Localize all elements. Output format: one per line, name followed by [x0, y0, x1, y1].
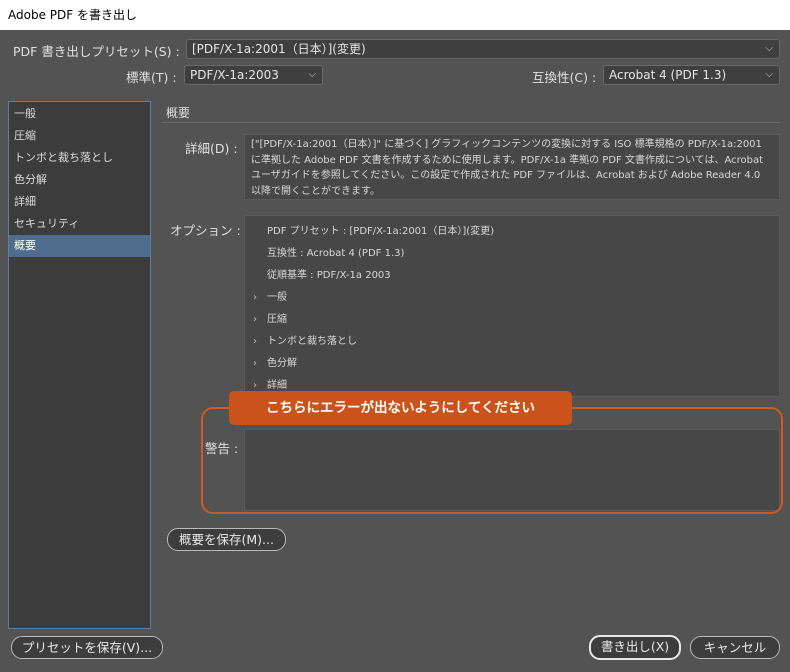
- option-section-label: 圧縮: [267, 314, 287, 325]
- chevron-down-icon: ⌵: [308, 69, 316, 80]
- preset-value: [PDF/X-1a:2001（日本）](変更): [192, 42, 366, 56]
- sidebar-item-output[interactable]: 色分解: [9, 169, 150, 191]
- save-preset-button[interactable]: プリセットを保存(V)...: [11, 636, 163, 659]
- option-section[interactable]: › 圧縮: [253, 310, 287, 325]
- option-section-label: 一般: [267, 292, 287, 303]
- compatibility-select[interactable]: Acrobat 4 (PDF 1.3) ⌵: [603, 65, 780, 85]
- chevron-right-icon: ›: [253, 380, 257, 391]
- chevron-right-icon: ›: [253, 292, 257, 303]
- section-title: 概要: [166, 106, 191, 120]
- standard-label: 標準(T) :: [126, 70, 177, 85]
- sidebar-item-label: 詳細: [14, 195, 36, 208]
- sidebar-item-security[interactable]: セキュリティ: [9, 213, 150, 235]
- sidebar-item-label: 一般: [14, 107, 36, 120]
- save-summary-button[interactable]: 概要を保存(M)...: [167, 528, 286, 551]
- option-section-label: 色分解: [267, 358, 297, 369]
- sidebar-item-label: トンボと裁ち落とし: [14, 151, 113, 164]
- sidebar-item-compression[interactable]: 圧縮: [9, 125, 150, 147]
- category-sidebar: 一般 圧縮 トンボと裁ち落とし 色分解 詳細 セキュリティ 概要: [8, 101, 151, 629]
- chevron-down-icon: ⌵: [765, 69, 773, 80]
- option-section[interactable]: › 色分解: [253, 354, 297, 369]
- detail-label: 詳細(D) :: [185, 141, 238, 156]
- sidebar-item-label: 色分解: [14, 173, 47, 186]
- option-line: 従順基準 : PDF/X-1a 2003: [267, 270, 391, 281]
- cancel-button[interactable]: キャンセル: [690, 636, 780, 659]
- export-button[interactable]: 書き出し(X): [589, 635, 681, 660]
- sidebar-item-label: 概要: [14, 239, 36, 252]
- annotation-callout: こちらにエラーが出ないようにしてください: [229, 391, 572, 425]
- chevron-right-icon: ›: [253, 314, 257, 325]
- option-section-label: トンボと裁ち落とし: [267, 336, 357, 347]
- option-section-label: 詳細: [267, 380, 287, 391]
- chevron-right-icon: ›: [253, 358, 257, 369]
- sidebar-item-label: 圧縮: [14, 129, 36, 142]
- sidebar-item-marks-bleeds[interactable]: トンボと裁ち落とし: [9, 147, 150, 169]
- sidebar-item-summary[interactable]: 概要: [9, 235, 150, 257]
- compatibility-value: Acrobat 4 (PDF 1.3): [609, 68, 727, 82]
- standard-select[interactable]: PDF/X-1a:2003 ⌵: [184, 65, 323, 85]
- option-section[interactable]: › トンボと裁ち落とし: [253, 332, 357, 347]
- sidebar-item-advanced[interactable]: 詳細: [9, 191, 150, 213]
- option-line: PDF プリセット : [PDF/X-1a:2001（日本）](変更): [267, 226, 495, 237]
- compatibility-label: 互換性(C) :: [532, 70, 597, 85]
- options-tree[interactable]: PDF プリセット : [PDF/X-1a:2001（日本）](変更) 互換性 …: [244, 215, 780, 397]
- chevron-right-icon: ›: [253, 336, 257, 347]
- window-title: Adobe PDF を書き出し: [0, 0, 790, 30]
- preset-label: PDF 書き出しプリセット(S) :: [13, 44, 180, 59]
- option-line: 互換性 : Acrobat 4 (PDF 1.3): [267, 248, 405, 259]
- chevron-down-icon: ⌵: [765, 43, 773, 54]
- detail-text: ["[PDF/X-1a:2001（日本）]" に基づく] グラフィックコンテンツ…: [244, 134, 780, 200]
- sidebar-item-label: セキュリティ: [14, 217, 80, 230]
- option-section[interactable]: › 詳細: [253, 376, 287, 391]
- sidebar-item-general[interactable]: 一般: [9, 103, 150, 125]
- option-section[interactable]: › 一般: [253, 288, 287, 303]
- section-divider: [162, 122, 780, 123]
- standard-value: PDF/X-1a:2003: [190, 68, 279, 82]
- preset-select[interactable]: [PDF/X-1a:2001（日本）](変更) ⌵: [186, 39, 780, 59]
- options-label: オプション :: [170, 223, 241, 238]
